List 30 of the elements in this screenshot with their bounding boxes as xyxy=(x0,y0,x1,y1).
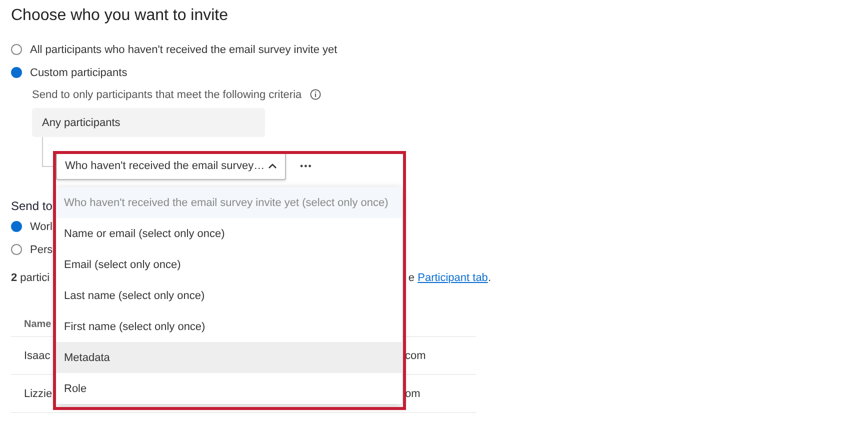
table-cell: Isaac xyxy=(24,350,50,362)
radio-button[interactable] xyxy=(11,244,22,255)
radio-button[interactable] xyxy=(11,67,22,78)
radio-button[interactable] xyxy=(11,44,22,55)
radio-label: All participants who haven't received the email survey invite yet xyxy=(30,44,338,56)
menu-item[interactable]: Last name (select only once) xyxy=(56,280,402,311)
more-button[interactable]: ••• xyxy=(296,161,316,171)
menu-item[interactable]: Email (select only once) xyxy=(56,249,402,280)
radio-label: Worl xyxy=(30,220,52,232)
participant-count: 2 partici xyxy=(11,272,50,284)
table-cell: om xyxy=(405,388,420,400)
menu-item[interactable]: Role xyxy=(56,373,402,404)
caret-icon xyxy=(268,163,277,169)
menu-item[interactable]: First name (select only once) xyxy=(56,311,402,342)
section-heading: Send to xyxy=(11,199,52,213)
criteria-dropdown[interactable]: Who haven't received the email survey… xyxy=(56,152,286,180)
criteria-group: Any participants xyxy=(32,108,265,137)
page-heading: Choose who you want to invite xyxy=(11,6,230,25)
radio-label: Custom participants xyxy=(30,66,128,78)
table-cell: com xyxy=(405,350,426,362)
info-icon[interactable] xyxy=(310,89,321,100)
participant-note: e Participant tab. xyxy=(408,272,491,284)
column-header: Name xyxy=(24,318,52,330)
radio-label: Pers xyxy=(30,244,53,256)
menu-item[interactable]: Metadata xyxy=(56,342,402,373)
radio-button[interactable] xyxy=(11,221,22,232)
table-cell: Lizzie xyxy=(24,388,52,400)
participant-tab-link[interactable]: Participant tab xyxy=(418,272,488,284)
menu-item[interactable]: Name or email (select only once) xyxy=(56,218,402,249)
criteria-label: Send to only participants that meet the following criteria xyxy=(32,88,302,100)
